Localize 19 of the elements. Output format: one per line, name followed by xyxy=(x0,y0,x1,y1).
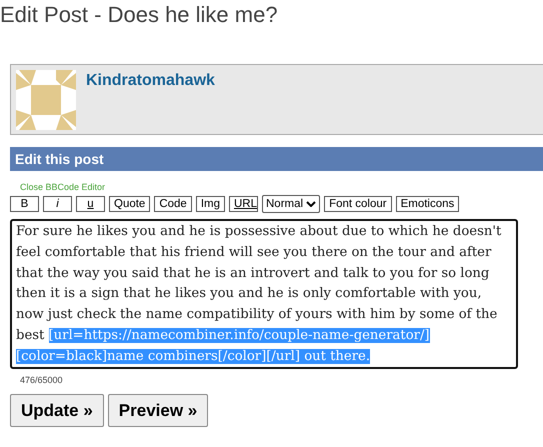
format-button[interactable]: Font colour xyxy=(324,196,392,212)
format-button[interactable]: Quote xyxy=(109,196,150,212)
action-button[interactable]: Update » xyxy=(10,394,104,427)
section-header: Edit this post xyxy=(10,147,543,171)
format-button[interactable]: Emoticons xyxy=(396,196,460,212)
post-textarea[interactable]: For sure he likes you and he is possessive about due to which he doesn't feel comfortable that his friend will see you there on the tour and after that the way you said that he is an introvert and talk to you for so long then it is a sign that he likes you and he is only comfortable with you, now just check the name compatibility of yours with him by some of the best [url=https://namecombiner.info/couple-name-generator/][color=black]name combiners[/color][/url] out there. xyxy=(10,219,518,369)
character-count: 476/65000 xyxy=(20,375,64,385)
chevron-icon xyxy=(306,201,316,207)
avatar-icon xyxy=(16,70,76,130)
format-button[interactable]: Img xyxy=(196,196,225,212)
format-button[interactable]: B xyxy=(10,196,39,212)
page-title: Edit Post - Does he like me? xyxy=(0,1,279,29)
size-select[interactable]: Normal xyxy=(262,195,320,213)
action-button[interactable]: Preview » xyxy=(108,394,208,427)
format-button[interactable]: u xyxy=(76,196,105,212)
format-button[interactable]: URL xyxy=(229,196,258,212)
format-button[interactable]: Code xyxy=(154,196,192,212)
username-link[interactable]: Kindratomahawk xyxy=(86,72,215,90)
format-button[interactable]: i xyxy=(43,196,72,212)
